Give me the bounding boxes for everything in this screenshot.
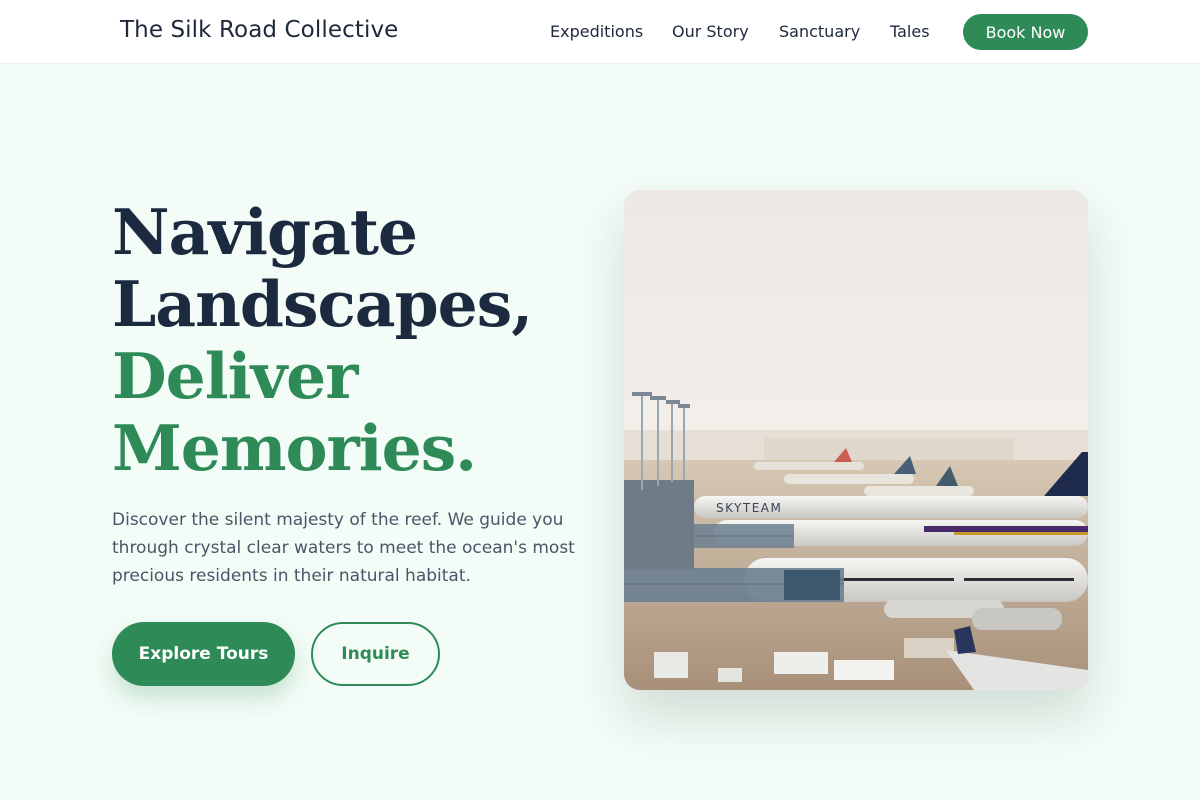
hero-airport-image: SKYTEAM: [624, 190, 1088, 690]
hero-title-line-1: Navigate: [112, 195, 418, 269]
nav-link-our-story[interactable]: Our Story: [672, 22, 749, 41]
skyteam-livery-text: SKYTEAM: [716, 501, 782, 515]
brand-logo-text[interactable]: The Silk Road Collective: [120, 17, 398, 43]
hero-title-line-3: Deliver: [112, 339, 358, 413]
hero-title: Navigate Landscapes, Deliver Memories.: [112, 196, 582, 484]
inquire-button[interactable]: Inquire: [311, 622, 440, 686]
book-now-button[interactable]: Book Now: [963, 14, 1088, 50]
nav-link-tales[interactable]: Tales: [890, 22, 930, 41]
nav-link-expeditions[interactable]: Expeditions: [550, 22, 643, 41]
hero-description: Discover the silent majesty of the reef.…: [112, 510, 575, 586]
top-navbar: The Silk Road Collective Expeditions Our…: [0, 0, 1200, 64]
hero-title-line-2: Landscapes,: [112, 267, 533, 341]
explore-tours-button[interactable]: Explore Tours: [112, 622, 295, 686]
nav-link-sanctuary[interactable]: Sanctuary: [779, 22, 860, 41]
hero-title-line-4: Memories.: [112, 411, 477, 485]
airport-illustration: SKYTEAM: [624, 190, 1088, 690]
